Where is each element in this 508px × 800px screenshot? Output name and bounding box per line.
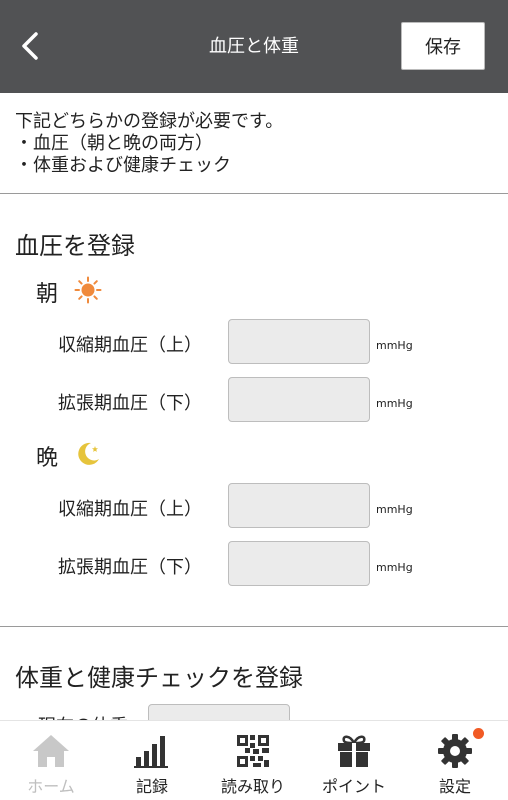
- nav-item-home[interactable]: ホーム: [1, 721, 101, 800]
- morning-systolic-label: 収縮期血圧（上）: [58, 335, 202, 356]
- evening-diastolic-input[interactable]: [228, 541, 370, 586]
- home-icon: [33, 735, 69, 767]
- nav-label-settings: 設定: [438, 777, 471, 796]
- nav-label-records: 記録: [135, 777, 168, 796]
- evening-diastolic-label: 拡張期血圧（下）: [58, 557, 202, 578]
- sun-icon: [74, 276, 102, 304]
- requirement-notice: 下記どちらかの登録が必要です。 ・血圧（朝と晩の両方） ・体重および健康チェック: [15, 111, 283, 177]
- nav-label-home: ホーム: [27, 777, 75, 796]
- bar-chart-icon: [134, 736, 168, 768]
- unit-label: mmHg: [376, 339, 413, 352]
- nav-label-scan: 読み取り: [220, 777, 285, 796]
- save-button[interactable]: 保存: [401, 22, 485, 70]
- app-header: 血圧と体重 保存: [0, 0, 508, 93]
- gear-icon: [438, 734, 472, 768]
- unit-label: mmHg: [376, 503, 413, 516]
- evening-label: 晩: [36, 446, 59, 471]
- notice-line: 下記どちらかの登録が必要です。: [15, 111, 284, 132]
- nav-item-settings[interactable]: 設定: [405, 721, 505, 800]
- bottom-nav: ホーム 記録 読み取り ポイント 設定: [0, 720, 508, 800]
- notification-badge: [473, 728, 484, 739]
- divider: [0, 626, 508, 627]
- back-button[interactable]: [14, 26, 50, 66]
- evening-systolic-label: 収縮期血圧（上）: [58, 499, 202, 520]
- gift-icon: [338, 735, 370, 767]
- morning-label: 朝: [36, 282, 59, 307]
- morning-diastolic-label: 拡張期血圧（下）: [58, 393, 202, 414]
- nav-label-points: ポイント: [321, 777, 386, 796]
- divider: [0, 193, 508, 194]
- chevron-left-icon: [22, 32, 38, 60]
- nav-item-records[interactable]: 記録: [102, 721, 202, 800]
- weight-section-title: 体重と健康チェックを登録: [15, 664, 303, 692]
- moon-icon: [78, 442, 99, 465]
- notice-line: ・体重および健康チェック: [15, 155, 231, 176]
- morning-systolic-input[interactable]: [228, 319, 370, 364]
- unit-label: mmHg: [376, 561, 413, 574]
- evening-systolic-input[interactable]: [228, 483, 370, 528]
- nav-item-scan[interactable]: 読み取り: [203, 721, 303, 800]
- blood-pressure-section-title: 血圧を登録: [15, 232, 135, 260]
- notice-line: ・血圧（朝と晩の両方）: [15, 133, 213, 154]
- unit-label: mmHg: [376, 397, 413, 410]
- morning-diastolic-input[interactable]: [228, 377, 370, 422]
- nav-item-points[interactable]: ポイント: [304, 721, 404, 800]
- qr-code-icon: [237, 735, 269, 767]
